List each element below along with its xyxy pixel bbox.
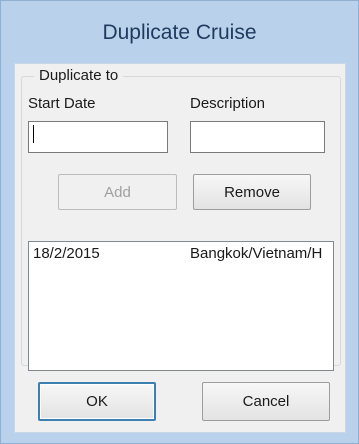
ok-button[interactable]: OK [38, 382, 156, 421]
description-input[interactable] [190, 121, 325, 153]
description-label: Description [190, 95, 266, 112]
window-title: Duplicate Cruise [102, 21, 257, 44]
list-item-date: 18/2/2015 [33, 245, 100, 262]
groupbox-legend: Duplicate to [34, 67, 124, 84]
start-date-label: Start Date [28, 95, 96, 112]
duplicate-to-groupbox: Duplicate to Start Date Description Add … [21, 67, 341, 371]
text-caret [33, 125, 34, 143]
dialog-client-area: Duplicate to Start Date Description Add … [14, 63, 346, 433]
list-item[interactable]: 18/2/2015 Bangkok/Vietnam/H [29, 242, 333, 264]
remove-button[interactable]: Remove [193, 174, 311, 210]
dialog-window: Duplicate Cruise Duplicate to Start Date… [0, 0, 359, 444]
start-date-input[interactable] [28, 121, 168, 153]
duplicate-dates-listbox[interactable]: 18/2/2015 Bangkok/Vietnam/H [28, 241, 334, 371]
add-button[interactable]: Add [58, 174, 177, 210]
cancel-button[interactable]: Cancel [202, 382, 330, 421]
start-date-field-wrap [28, 121, 168, 153]
list-item-description: Bangkok/Vietnam/H [190, 245, 323, 262]
